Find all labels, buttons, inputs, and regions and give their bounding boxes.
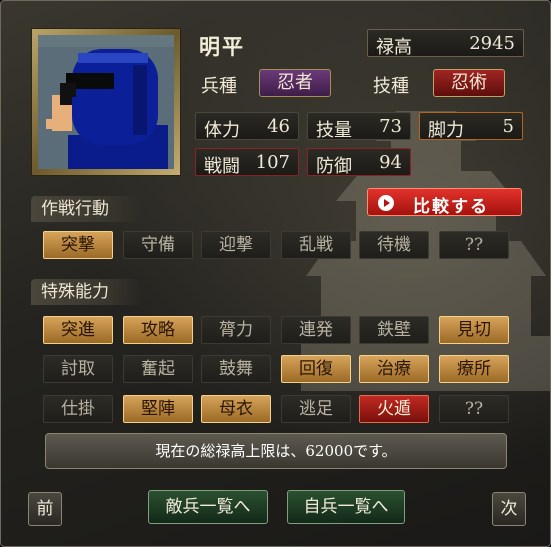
unit-name: 明平 bbox=[199, 34, 245, 59]
ability-strength[interactable]: 膂力 bbox=[201, 316, 271, 344]
stat-stamina-label: 体力 bbox=[204, 120, 240, 141]
ability-infirmary[interactable]: 療所 bbox=[439, 355, 509, 383]
ability-rush[interactable]: 突進 bbox=[43, 316, 113, 344]
stat-stamina-value: 46 bbox=[267, 116, 290, 137]
prev-button[interactable]: 前 bbox=[28, 492, 62, 526]
ninja-portrait bbox=[38, 35, 174, 169]
enemy-list-button[interactable]: 敵兵一覧へ bbox=[148, 490, 268, 524]
unit-status-panel: 明平 禄高 2945 兵種 忍者 技種 忍術 体力 46 技量 73 脚力 5 … bbox=[0, 0, 551, 547]
skill-type-box: 技種 bbox=[367, 69, 427, 97]
tactic-guard[interactable]: 守備 bbox=[123, 231, 193, 259]
compare-button[interactable]: 比較する bbox=[367, 188, 522, 217]
skill-type-label: 技種 bbox=[373, 76, 409, 97]
troop-type-value: 忍者 bbox=[259, 69, 331, 97]
play-icon bbox=[378, 195, 394, 211]
ability-iron-wall[interactable]: 鉄壁 bbox=[359, 316, 429, 344]
ability-fire-escape[interactable]: 火遁 bbox=[359, 395, 429, 423]
tactics-header: 作戦行動 bbox=[31, 196, 143, 222]
ability-inspire[interactable]: 鼓舞 bbox=[201, 355, 271, 383]
stat-defense-label: 防御 bbox=[316, 156, 352, 177]
stat-combat: 戦闘 107 bbox=[195, 148, 299, 177]
stat-defense-value: 94 bbox=[379, 152, 402, 173]
ability-escape[interactable]: 逃足 bbox=[281, 395, 351, 423]
ability-horo[interactable]: 母衣 bbox=[201, 395, 271, 423]
compare-button-label: 比較する bbox=[413, 197, 489, 217]
ability-rally[interactable]: 奮起 bbox=[123, 355, 193, 383]
stipend-label: 禄高 bbox=[376, 37, 412, 58]
ability-recover[interactable]: 回復 bbox=[281, 355, 351, 383]
stat-combat-label: 戦闘 bbox=[204, 156, 240, 177]
next-button[interactable]: 次 bbox=[492, 492, 526, 526]
stat-skill: 技量 73 bbox=[307, 112, 411, 141]
stipend-limit-message: 現在の総禄高上限は、62000です。 bbox=[45, 433, 507, 469]
ability-rapid-fire[interactable]: 連発 bbox=[281, 316, 351, 344]
stat-legs: 脚力 5 bbox=[419, 112, 523, 141]
ability-unknown[interactable]: ?? bbox=[439, 395, 509, 423]
portrait-frame bbox=[31, 28, 181, 176]
ability-fortress[interactable]: 堅陣 bbox=[123, 395, 193, 423]
troop-type-box: 兵種 bbox=[195, 69, 255, 97]
stat-skill-value: 73 bbox=[379, 116, 402, 137]
stat-defense: 防御 94 bbox=[307, 148, 411, 177]
ability-heal[interactable]: 治療 bbox=[359, 355, 429, 383]
ability-evade[interactable]: 見切 bbox=[439, 316, 509, 344]
ability-trap[interactable]: 仕掛 bbox=[43, 395, 113, 423]
tactic-melee[interactable]: 乱戦 bbox=[281, 231, 351, 259]
own-list-button[interactable]: 自兵一覧へ bbox=[287, 490, 405, 524]
ability-slay[interactable]: 討取 bbox=[43, 355, 113, 383]
stat-legs-label: 脚力 bbox=[428, 120, 464, 141]
tactic-wait[interactable]: 待機 bbox=[359, 231, 429, 259]
stat-combat-value: 107 bbox=[255, 152, 290, 173]
troop-type-label: 兵種 bbox=[201, 76, 237, 97]
tactic-charge[interactable]: 突撃 bbox=[43, 231, 113, 259]
stat-stamina: 体力 46 bbox=[195, 112, 299, 141]
stipend-value: 2945 bbox=[469, 33, 515, 54]
tactic-unknown[interactable]: ?? bbox=[439, 231, 509, 259]
abilities-header: 特殊能力 bbox=[31, 279, 143, 305]
stat-legs-value: 5 bbox=[502, 116, 514, 137]
stat-skill-label: 技量 bbox=[316, 120, 352, 141]
stipend-box: 禄高 2945 bbox=[367, 29, 524, 58]
skill-type-value: 忍術 bbox=[433, 69, 505, 97]
ability-siege[interactable]: 攻略 bbox=[123, 316, 193, 344]
tactic-intercept[interactable]: 迎撃 bbox=[201, 231, 271, 259]
